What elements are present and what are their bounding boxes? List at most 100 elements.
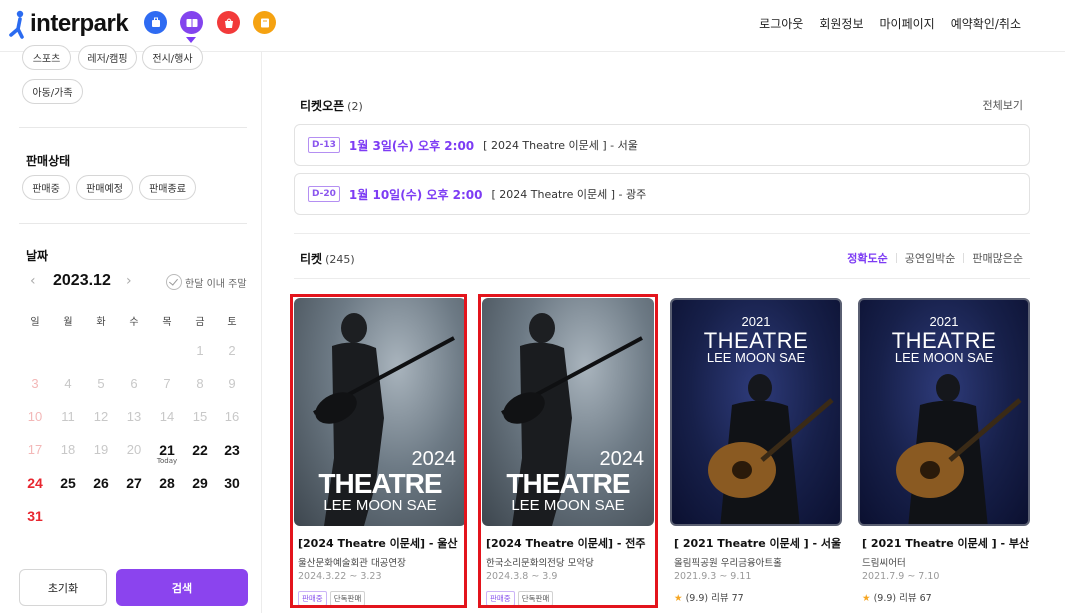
highlight-box: [290, 294, 467, 608]
active-service-indicator: [186, 37, 196, 43]
ticket-open-count: (2): [347, 100, 363, 113]
status-chip-upcoming[interactable]: 판매예정: [76, 175, 133, 200]
divider: [19, 127, 247, 128]
genre-chip-leisure[interactable]: 레저/캠핑: [78, 45, 137, 70]
calendar-day[interactable]: 27: [119, 475, 149, 491]
calendar-day: 5: [97, 376, 105, 391]
weekday-label: 화: [96, 317, 106, 328]
search-button[interactable]: 검색: [116, 569, 248, 606]
star-icon: ★: [862, 593, 871, 604]
calendar-day[interactable]: 26: [86, 475, 116, 491]
calendar-day[interactable]: 23: [217, 442, 247, 458]
calendar-day: 20: [126, 442, 142, 457]
open-title: [ 2024 Theatre 이문세 ] - 서울: [483, 139, 638, 152]
calendar-day[interactable]: 29: [185, 475, 215, 491]
sale-status-title: 판매상태: [26, 154, 71, 168]
today-label: Today: [156, 457, 178, 465]
calendar-day: 10: [27, 409, 43, 424]
divider: [19, 223, 247, 224]
card-title: [ 2021 Theatre 이문세 ] - 부산: [862, 537, 1030, 550]
calendar-day[interactable]: 31: [20, 508, 50, 524]
genre-chip-sports[interactable]: 스포츠: [22, 45, 71, 70]
ticket-heading: 티켓 (245): [300, 250, 355, 267]
calendar-day: 2: [228, 343, 236, 358]
divider: [294, 233, 1030, 234]
calendar-day[interactable]: 21: [152, 442, 182, 458]
dday-badge: D-13: [308, 137, 340, 153]
card-date: 2021.9.3 ~ 9.11: [674, 571, 752, 582]
ticket-open-heading: 티켓오픈 (2): [300, 97, 363, 114]
reservation-check-link[interactable]: 예약확인/취소: [943, 15, 1029, 32]
sort-popular[interactable]: 판매많은순: [972, 250, 1023, 266]
card-venue: 올림픽공원 우리금융아트홀: [674, 558, 782, 569]
status-chip-ended[interactable]: 판매종료: [139, 175, 196, 200]
rating-text: (9.9) 리뷰 77: [685, 593, 744, 604]
ticket-count: (245): [325, 253, 355, 266]
mypage-link[interactable]: 마이페이지: [872, 15, 943, 32]
ticket-open-item[interactable]: D-13 1월 3일(수) 오후 2:00 [ 2024 Theatre 이문세…: [294, 124, 1030, 166]
calendar-day: 3: [31, 376, 39, 391]
calendar-day: 9: [228, 376, 236, 391]
weekday-label: 월: [63, 317, 73, 328]
performer-silhouette: [708, 374, 834, 524]
weekday-label: 목: [162, 317, 172, 328]
highlight-box: [478, 294, 658, 608]
calendar-day[interactable]: 30: [217, 475, 247, 491]
calendar-day: 11: [61, 409, 75, 424]
calendar-day: 7: [163, 376, 171, 391]
calendar-day[interactable]: 24: [20, 475, 50, 491]
calendar-day[interactable]: 25: [53, 475, 83, 491]
weekday-label: 토: [227, 317, 237, 328]
genre-chip-exhibition[interactable]: 전시/행사: [142, 45, 203, 70]
ticket-title: 티켓: [300, 252, 323, 266]
calendar-day: 4: [64, 376, 72, 391]
sort-separator: [895, 253, 897, 263]
logout-link[interactable]: 로그아웃: [751, 15, 811, 32]
calendar-day: 12: [93, 409, 109, 424]
card-venue: 드림씨어터: [862, 558, 906, 569]
calendar-day[interactable]: 22: [185, 442, 215, 458]
shopping-bag-icon[interactable]: [217, 11, 240, 34]
sort-imminent[interactable]: 공연임박순: [905, 250, 956, 266]
next-month-icon[interactable]: ›: [126, 273, 132, 289]
member-info-link[interactable]: 회원정보: [811, 15, 871, 32]
dday-badge: D-20: [308, 186, 340, 202]
weekday-label: 금: [195, 317, 205, 328]
global-nav: 로그아웃 회원정보 마이페이지 예약확인/취소: [751, 15, 1029, 32]
tour-suitcase-icon[interactable]: [144, 11, 167, 34]
see-all-link[interactable]: 전체보기: [983, 97, 1023, 113]
card-date: 2021.7.9 ~ 7.10: [862, 571, 940, 582]
calendar-day: 18: [60, 442, 76, 457]
genre-chip-kids[interactable]: 아동/가족: [22, 79, 83, 104]
calendar-day[interactable]: 28: [152, 475, 182, 491]
sort-separator: [963, 253, 965, 263]
book-icon[interactable]: [253, 11, 276, 34]
calendar-day: 6: [130, 376, 138, 391]
status-chip-on-sale[interactable]: 판매중: [22, 175, 70, 200]
check-circle-icon[interactable]: [166, 274, 182, 290]
star-icon: ★: [674, 593, 683, 604]
poster-image: 2021 THEATRE LEE MOON SAE: [670, 298, 842, 526]
calendar-day: 19: [93, 442, 109, 457]
prev-month-icon[interactable]: ‹: [30, 273, 36, 289]
card-title: [ 2021 Theatre 이문세 ] - 서울: [674, 537, 842, 550]
calendar-day: 8: [196, 376, 204, 391]
calendar-day: 1: [196, 343, 204, 358]
open-date: 1월 3일(수) 오후 2:00: [348, 138, 475, 153]
sort-accuracy[interactable]: 정확도순: [847, 250, 887, 266]
date-title: 날짜: [26, 249, 49, 263]
logo-text: interpark: [30, 10, 129, 37]
calendar-month: 2023.12: [53, 272, 111, 289]
performer-silhouette: [896, 374, 1022, 524]
interpark-logo[interactable]: interpark: [8, 9, 129, 39]
weekday-label: 수: [129, 317, 139, 328]
calendar-day: 14: [159, 409, 175, 424]
ticket-open-title: 티켓오픈: [300, 99, 345, 113]
reset-button[interactable]: 초기화: [19, 569, 107, 606]
open-title: [ 2024 Theatre 이문세 ] - 광주: [491, 188, 647, 201]
person-logo-icon: [8, 9, 28, 39]
sort-options: 정확도순 공연임박순 판매많은순: [847, 250, 1023, 266]
ticket-icon[interactable]: [180, 11, 203, 34]
calendar-day: 15: [192, 409, 208, 424]
ticket-open-item[interactable]: D-20 1월 10일(수) 오후 2:00 [ 2024 Theatre 이문…: [294, 173, 1030, 215]
